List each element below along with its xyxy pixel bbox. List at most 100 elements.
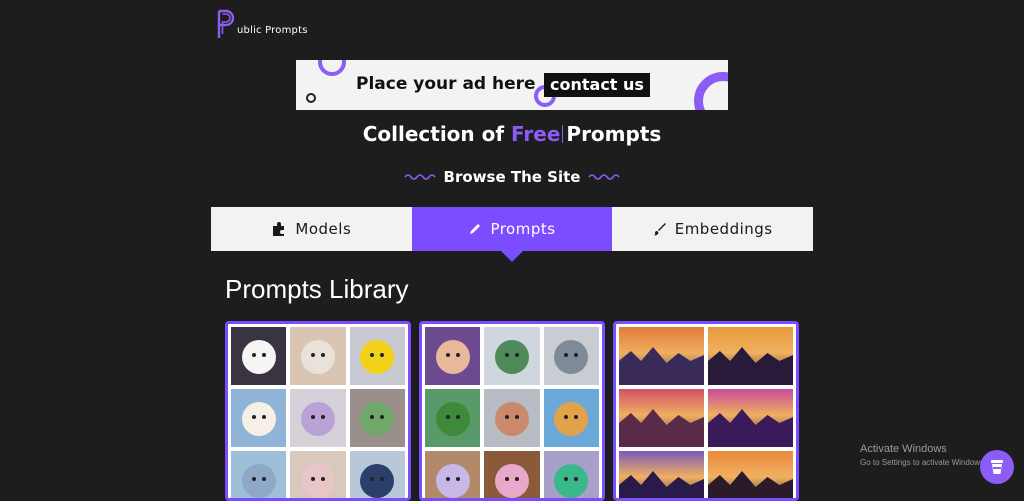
site-logo[interactable]: ublic Prompts xyxy=(216,8,308,40)
eye-dot xyxy=(574,353,579,358)
eye-dot xyxy=(455,353,460,358)
thumbnail-image[interactable] xyxy=(425,327,481,385)
headline-highlight: Free xyxy=(511,122,561,146)
figure-shape xyxy=(360,402,395,437)
thumbnail-image[interactable] xyxy=(543,389,599,447)
thumbnail-image[interactable] xyxy=(425,451,481,498)
figure-shape xyxy=(241,402,276,437)
puzzle-icon xyxy=(273,222,285,236)
brush-icon xyxy=(653,223,666,236)
eye-dot xyxy=(514,477,519,482)
thumbnail-image[interactable] xyxy=(543,451,599,498)
eye-dot xyxy=(564,415,569,420)
eye-dot xyxy=(445,415,450,420)
thumbnail-image[interactable] xyxy=(619,327,704,385)
eye-dot xyxy=(320,353,325,358)
eye-dot xyxy=(504,477,509,482)
figure-shape xyxy=(435,464,470,498)
eye-dot xyxy=(251,477,256,482)
figure-shape xyxy=(554,464,589,498)
thumbnail-image[interactable] xyxy=(708,327,793,385)
prompt-cards xyxy=(225,321,799,501)
figure-shape xyxy=(300,340,335,375)
logo-p-icon xyxy=(217,9,235,38)
thumbnail-image[interactable] xyxy=(349,327,405,385)
eye-dot xyxy=(445,477,450,482)
figure-shape xyxy=(435,402,470,437)
watermark-subtitle: Go to Settings to activate Windows. xyxy=(860,458,987,467)
headline-before: Collection of xyxy=(362,122,505,146)
thumbnail-image[interactable] xyxy=(231,389,287,447)
eye-dot xyxy=(455,477,460,482)
thumbnail-image[interactable] xyxy=(543,327,599,385)
prompt-card-plush[interactable] xyxy=(225,321,411,501)
eye-dot xyxy=(514,353,519,358)
thumbnail-image[interactable] xyxy=(349,451,405,498)
buy-coffee-button[interactable] xyxy=(980,450,1014,484)
figure-shape xyxy=(300,402,335,437)
eye-dot xyxy=(445,353,450,358)
eye-dot xyxy=(514,415,519,420)
tab-prompts[interactable]: Prompts xyxy=(411,207,613,262)
figure-shape xyxy=(300,464,335,498)
figure-shape xyxy=(241,464,276,498)
thumbnail-image[interactable] xyxy=(619,389,704,447)
eye-dot xyxy=(310,477,315,482)
thumbnail-image[interactable] xyxy=(619,451,704,498)
eye-dot xyxy=(251,353,256,358)
figure-shape xyxy=(494,402,529,437)
tab-models[interactable]: Models xyxy=(211,207,412,251)
prompt-card-landscapes[interactable] xyxy=(613,321,799,501)
thumbnail-image[interactable] xyxy=(708,389,793,447)
eye-dot xyxy=(564,353,569,358)
category-tabs: Models Prompts Embeddings xyxy=(211,207,814,262)
eye-dot xyxy=(261,415,266,420)
tab-embeddings-label: Embeddings xyxy=(674,220,773,238)
headline-divider xyxy=(562,125,564,143)
windows-activation-watermark: Activate Windows Go to Settings to activ… xyxy=(860,443,986,467)
ad-ring-top xyxy=(318,60,346,76)
figure-shape xyxy=(360,464,395,498)
ad-ring-large xyxy=(694,72,728,110)
library-title: Prompts Library xyxy=(225,274,409,304)
thumbnail-image[interactable] xyxy=(425,389,481,447)
thumbnail-image[interactable] xyxy=(290,327,346,385)
prompt-card-clay[interactable] xyxy=(419,321,605,501)
figure-shape xyxy=(435,340,470,375)
eye-dot xyxy=(320,415,325,420)
figure-shape xyxy=(554,340,589,375)
thumbnail-image[interactable] xyxy=(349,389,405,447)
mountain-silhouette xyxy=(619,347,704,385)
wave-right-icon xyxy=(588,174,621,180)
ad-ring-small xyxy=(306,93,316,103)
thumbnail-image[interactable] xyxy=(290,389,346,447)
figure-shape xyxy=(360,340,395,375)
eye-dot xyxy=(370,477,375,482)
eye-dot xyxy=(370,353,375,358)
eye-dot xyxy=(574,477,579,482)
watermark-title: Activate Windows xyxy=(860,443,947,455)
tab-embeddings[interactable]: Embeddings xyxy=(612,207,814,251)
mountain-silhouette xyxy=(619,471,704,498)
figure-shape xyxy=(494,340,529,375)
thumbnail-image[interactable] xyxy=(231,451,287,498)
tab-models-label: Models xyxy=(295,220,352,238)
contact-us-button[interactable]: contact us xyxy=(544,73,650,97)
eye-dot xyxy=(370,415,375,420)
thumbnail-image[interactable] xyxy=(484,451,540,498)
eye-dot xyxy=(380,353,385,358)
eye-dot xyxy=(455,415,460,420)
browse-heading: Browse The Site xyxy=(0,168,1024,186)
thumbnail-image[interactable] xyxy=(484,327,540,385)
browse-label: Browse The Site xyxy=(443,168,581,186)
eye-dot xyxy=(380,415,385,420)
ad-banner[interactable]: Place your ad here contact us xyxy=(296,60,728,110)
thumbnail-image[interactable] xyxy=(484,389,540,447)
thumbnail-image[interactable] xyxy=(708,451,793,498)
eye-dot xyxy=(251,415,256,420)
ad-text: Place your ad here xyxy=(356,74,536,94)
thumbnail-image[interactable] xyxy=(290,451,346,498)
thumbnail-image[interactable] xyxy=(231,327,287,385)
eye-dot xyxy=(574,415,579,420)
eye-dot xyxy=(564,477,569,482)
